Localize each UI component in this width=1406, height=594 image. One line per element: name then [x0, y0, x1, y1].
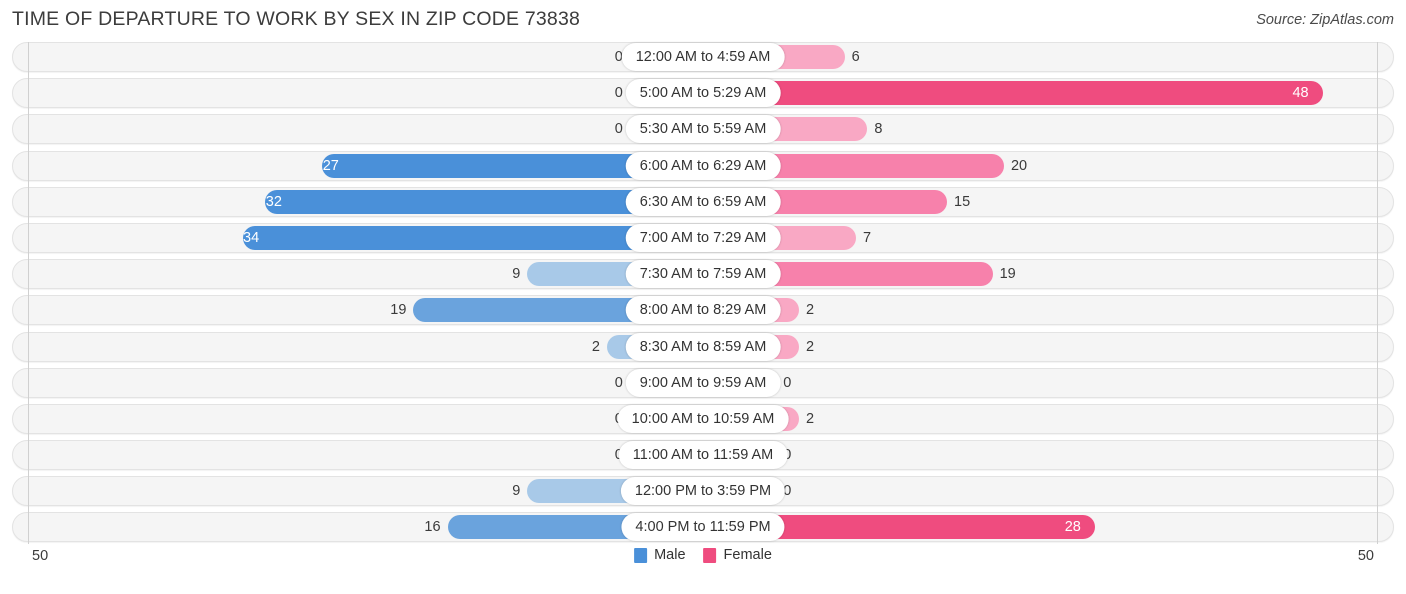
bar-row: 0 6 12:00 AM to 4:59 AM: [12, 42, 1394, 72]
page-title: TIME OF DEPARTURE TO WORK BY SEX IN ZIP …: [12, 8, 581, 30]
category-label: 9:00 AM to 9:59 AM: [625, 368, 781, 397]
female-value-label: 2: [806, 302, 815, 319]
legend-item-male[interactable]: Male: [634, 547, 686, 563]
axis-line-left: [28, 42, 29, 544]
category-label: 8:30 AM to 8:59 AM: [625, 332, 781, 361]
category-label: 7:00 AM to 7:29 AM: [625, 223, 781, 252]
female-value-label: 7: [862, 229, 872, 246]
male-value-label: 34: [243, 229, 260, 246]
category-label: 5:30 AM to 5:59 AM: [625, 115, 781, 144]
legend-item-female[interactable]: Female: [703, 547, 772, 563]
category-label: 6:00 AM to 6:29 AM: [625, 151, 781, 180]
category-label: 4:00 PM to 11:59 PM: [621, 513, 785, 542]
legend-label-male: Male: [654, 547, 686, 563]
category-label: 12:00 PM to 3:59 PM: [620, 477, 786, 506]
male-value-label: 0: [614, 85, 623, 102]
chart-footer: 50 Male Female 50: [12, 544, 1394, 586]
bar-row: 0 48 5:00 AM to 5:29 AM: [12, 78, 1394, 109]
bar-row: 9 0 12:00 PM to 3:59 PM: [12, 476, 1394, 507]
bar-row: 34 7 7:00 AM to 7:29 AM: [12, 222, 1394, 253]
female-bar[interactable]: [703, 81, 1323, 106]
category-label: 6:30 AM to 6:59 AM: [625, 187, 781, 216]
category-label: 11:00 AM to 11:59 AM: [618, 441, 788, 470]
bar-row: 0 0 9:00 AM to 9:59 AM: [12, 367, 1394, 398]
male-value-label: 9: [512, 266, 521, 283]
female-value-label: 19: [999, 266, 1016, 283]
bar-row: 19 2 8:00 AM to 8:29 AM: [12, 295, 1394, 326]
male-color-swatch-icon: [634, 547, 648, 563]
male-value-label: 16: [424, 519, 441, 536]
chart-plot-area: 0 6 12:00 AM to 4:59 AM 0 48 5:00 AM to 5:29 …: [12, 42, 1394, 544]
category-label: 7:30 AM to 7:59 AM: [625, 260, 781, 289]
bar-row: 32 15 6:30 AM to 6:59 AM: [12, 186, 1394, 217]
bar-row: 2 2 8:30 AM to 8:59 AM: [12, 331, 1394, 362]
female-value-label: 2: [806, 338, 815, 355]
female-color-swatch-icon: [703, 547, 717, 563]
female-value-label: 20: [1010, 157, 1028, 174]
chart-header: TIME OF DEPARTURE TO WORK BY SEX IN ZIP …: [0, 0, 1406, 42]
axis-line-right: [1377, 42, 1378, 544]
female-value-label: 28: [1064, 519, 1081, 536]
axis-label-left: 50: [32, 548, 49, 564]
male-value-label: 19: [390, 302, 407, 319]
source-attribution: Source: ZipAtlas.com: [1256, 12, 1394, 28]
bar-rows-container: 0 6 12:00 AM to 4:59 AM 0 48 5:00 AM to 5:29 …: [12, 42, 1394, 543]
female-value-label: 8: [874, 121, 883, 138]
bar-row: 0011:00 AM to 11:59 AM: [12, 440, 1394, 471]
male-value-label: 9: [512, 483, 521, 500]
axis-label-right: 50: [1357, 548, 1374, 564]
bar-row: 9 19 7:30 AM to 7:59 AM: [12, 259, 1394, 290]
female-value-label: 6: [851, 49, 860, 65]
male-value-label: 0: [614, 121, 623, 138]
male-value-label: 2: [591, 338, 600, 355]
female-value-label: 2: [806, 410, 815, 427]
category-label: 8:00 AM to 8:29 AM: [625, 296, 781, 325]
female-value-label: 0: [783, 374, 792, 391]
chart-legend: Male Female: [634, 547, 772, 563]
category-label: 10:00 AM to 10:59 AM: [617, 404, 789, 433]
bar-row: 27 20 6:00 AM to 6:29 AM: [12, 150, 1394, 181]
bar-row: 0 8 5:30 AM to 5:59 AM: [12, 114, 1394, 145]
male-value-label: 27: [322, 157, 339, 174]
category-label: 12:00 AM to 4:59 AM: [621, 43, 785, 71]
male-value-label: 0: [614, 374, 623, 391]
bar-row: 0210:00 AM to 10:59 AM: [12, 403, 1394, 434]
female-value-label: 15: [954, 193, 971, 210]
legend-label-female: Female: [723, 547, 772, 563]
female-value-label: 48: [1292, 85, 1309, 102]
male-value-label: 32: [265, 193, 282, 210]
category-label: 5:00 AM to 5:29 AM: [625, 79, 781, 108]
bar-row: 16 28 4:00 PM to 11:59 PM: [12, 512, 1394, 543]
